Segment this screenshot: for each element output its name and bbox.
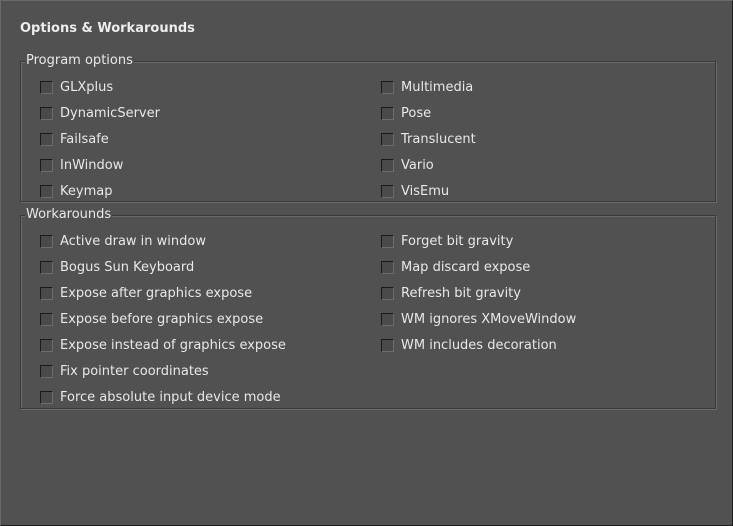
program-options-group: Program options GLXplus DynamicServer Fa… [20,53,716,204]
checkbox-label: Fix pointer coordinates [60,363,209,379]
checkbox-expose-instead-of-graphics-expose[interactable]: Expose instead of graphics expose [40,332,286,358]
checkbox-box[interactable] [40,260,53,274]
checkbox-fix-pointer-coordinates[interactable]: Fix pointer coordinates [40,358,286,384]
checkbox-box[interactable] [40,158,53,172]
checkbox-label: Failsafe [60,131,109,147]
checkbox-inwindow[interactable]: InWindow [40,152,160,178]
checkbox-label: Expose instead of graphics expose [60,337,286,353]
workarounds-right-column: Forget bit gravity Map discard expose Re… [381,228,576,358]
checkbox-box[interactable] [381,234,394,248]
checkbox-label: WM includes decoration [401,337,557,353]
checkbox-label: Force absolute input device mode [60,389,281,405]
checkbox-box[interactable] [40,286,53,300]
checkbox-wm-includes-decoration[interactable]: WM includes decoration [381,332,576,358]
checkbox-glxplus[interactable]: GLXplus [40,74,160,100]
checkbox-box[interactable] [40,390,53,404]
checkbox-wm-ignores-xmovewindow[interactable]: WM ignores XMoveWindow [381,306,576,332]
checkbox-box[interactable] [381,312,394,326]
checkbox-label: Multimedia [401,79,474,95]
checkbox-label: Bogus Sun Keyboard [60,259,195,275]
checkbox-box[interactable] [381,158,394,172]
page-title: Options & Workarounds [20,21,195,36]
checkbox-label: InWindow [60,157,124,173]
workarounds-legend: Workarounds [25,207,113,223]
checkbox-dynamicserver[interactable]: DynamicServer [40,100,160,126]
program-options-right-column: Multimedia Pose Translucent Vario VisEmu [381,74,476,204]
checkbox-box[interactable] [381,184,394,198]
checkbox-keymap[interactable]: Keymap [40,178,160,204]
checkbox-map-discard-expose[interactable]: Map discard expose [381,254,576,280]
checkbox-label: Vario [401,157,434,173]
checkbox-box[interactable] [381,260,394,274]
checkbox-multimedia[interactable]: Multimedia [381,74,476,100]
program-options-legend: Program options [25,53,134,69]
checkbox-label: Expose before graphics expose [60,311,264,327]
checkbox-vario[interactable]: Vario [381,152,476,178]
checkbox-forget-bit-gravity[interactable]: Forget bit gravity [381,228,576,254]
checkbox-label: Keymap [60,183,113,199]
checkbox-label: VisEmu [401,183,450,199]
checkbox-visemu[interactable]: VisEmu [381,178,476,204]
checkbox-label: GLXplus [60,79,114,95]
checkbox-box[interactable] [40,338,53,352]
checkbox-label: Expose after graphics expose [60,285,253,301]
options-window: Options & Workarounds Program options GL… [0,0,733,526]
checkbox-box[interactable] [40,80,53,94]
checkbox-box[interactable] [40,132,53,146]
checkbox-expose-before-graphics-expose[interactable]: Expose before graphics expose [40,306,286,332]
checkbox-expose-after-graphics-expose[interactable]: Expose after graphics expose [40,280,286,306]
checkbox-box[interactable] [381,106,394,120]
checkbox-label: DynamicServer [60,105,160,121]
program-options-left-column: GLXplus DynamicServer Failsafe InWindow … [40,74,160,204]
checkbox-label: Translucent [401,131,476,147]
workarounds-left-column: Active draw in window Bogus Sun Keyboard… [40,228,286,410]
checkbox-label: Map discard expose [401,259,531,275]
checkbox-refresh-bit-gravity[interactable]: Refresh bit gravity [381,280,576,306]
checkbox-box[interactable] [40,106,53,120]
checkbox-label: WM ignores XMoveWindow [401,311,577,327]
checkbox-translucent[interactable]: Translucent [381,126,476,152]
workarounds-group: Workarounds Active draw in window Bogus … [20,207,716,410]
checkbox-box[interactable] [381,286,394,300]
checkbox-label: Forget bit gravity [401,233,514,249]
checkbox-box[interactable] [40,312,53,326]
checkbox-box[interactable] [381,80,394,94]
checkbox-box[interactable] [381,338,394,352]
checkbox-active-draw-in-window[interactable]: Active draw in window [40,228,286,254]
checkbox-label: Refresh bit gravity [401,285,521,301]
checkbox-force-absolute-input-device-mode[interactable]: Force absolute input device mode [40,384,286,410]
checkbox-bogus-sun-keyboard[interactable]: Bogus Sun Keyboard [40,254,286,280]
checkbox-pose[interactable]: Pose [381,100,476,126]
checkbox-box[interactable] [40,234,53,248]
checkbox-box[interactable] [40,364,53,378]
checkbox-failsafe[interactable]: Failsafe [40,126,160,152]
checkbox-box[interactable] [381,132,394,146]
checkbox-label: Active draw in window [60,233,206,249]
checkbox-box[interactable] [40,184,53,198]
checkbox-label: Pose [401,105,432,121]
